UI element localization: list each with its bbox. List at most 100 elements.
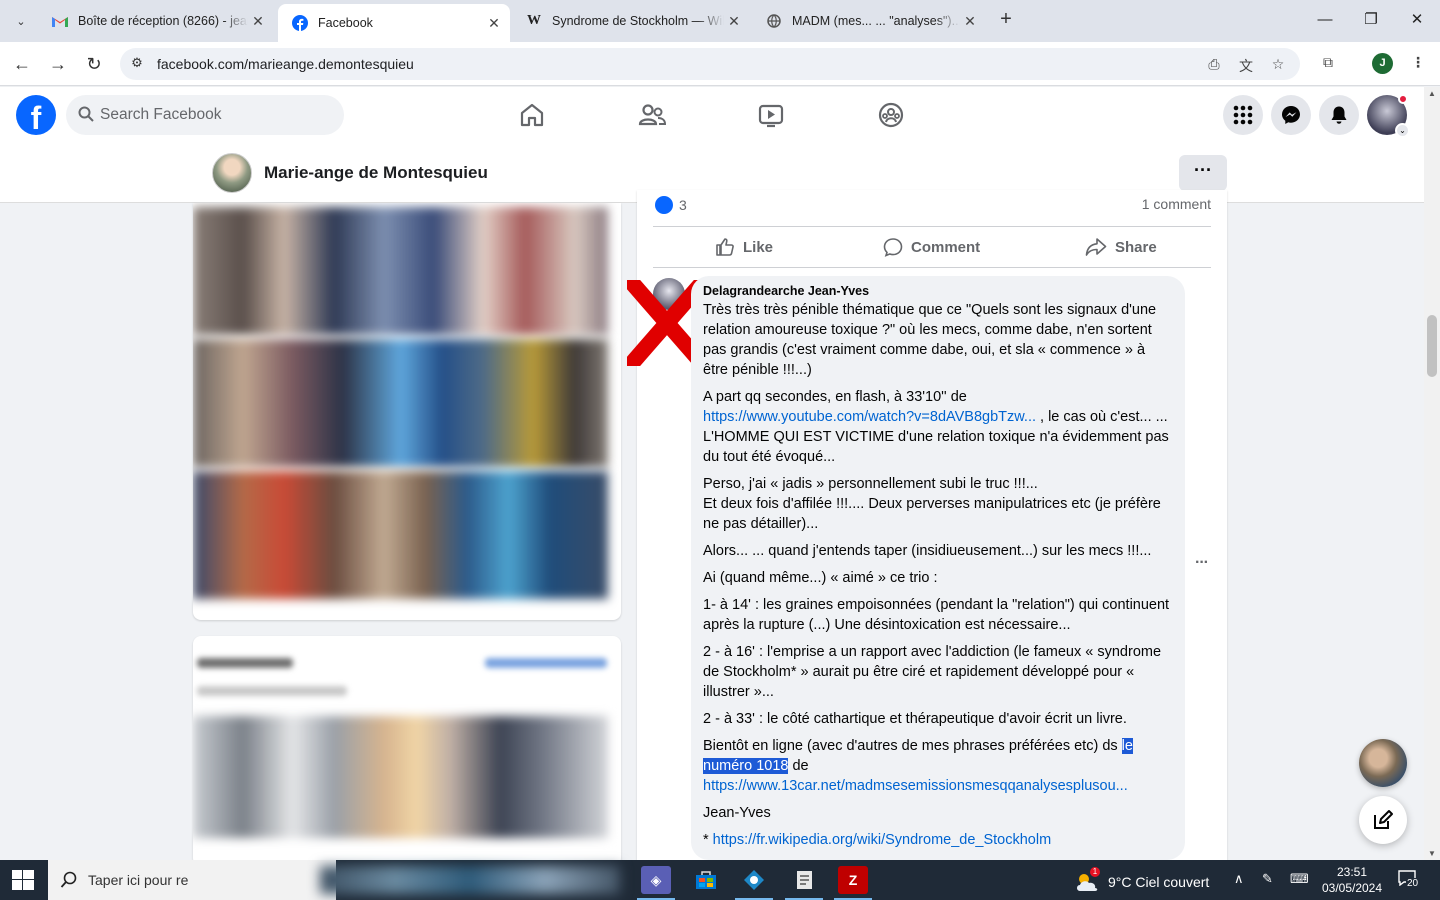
post-actions: Like Comment Share [653, 226, 1211, 268]
reactions-row: 3 1 comment [653, 196, 1211, 216]
close-tab-icon[interactable]: ✕ [484, 15, 504, 32]
like-reaction-icon[interactable] [655, 196, 673, 214]
facebook-icon [292, 15, 308, 31]
weather-text: 9°C Ciel couvert [1108, 874, 1210, 890]
like-button[interactable]: Like [715, 235, 773, 259]
facebook-search[interactable] [66, 95, 344, 135]
url-text[interactable]: facebook.com/marieange.demontesquieu [157, 56, 414, 72]
post-card: 3 1 comment Like Comment Share Delagrand… [627, 190, 1227, 870]
comment-paragraph: Perso, j'ai « jadis » personnellement su… [703, 474, 1173, 534]
comment-bubble: Delagrandearche Jean-Yves Très très très… [691, 276, 1185, 860]
comment-count[interactable]: 1 comment [1142, 196, 1211, 212]
photo-4[interactable] [193, 716, 608, 838]
notifications-button[interactable] [1319, 95, 1359, 135]
new-message-button[interactable] [1359, 796, 1407, 844]
taskbar-search-placeholder: Taper ici pour re [88, 872, 189, 888]
13car-link[interactable]: https://www.13car.net/madmsesemissionsme… [703, 778, 1128, 794]
close-tab-icon[interactable]: ✕ [724, 13, 744, 30]
comment-paragraph: 2 - à 16' : l'emprise a un rapport avec … [703, 644, 1162, 700]
tab-title: Facebook [318, 16, 373, 30]
clock-time: 23:51 [1336, 865, 1368, 879]
tab-search-chevron-icon[interactable]: ⌄ [8, 8, 34, 34]
network-app-icon[interactable] [735, 866, 773, 900]
windows-taskbar: Taper ici pour re ◈ Z 1 9°C Ciel couvert… [0, 860, 1440, 900]
restore-icon[interactable]: ❐ [1356, 8, 1386, 32]
wikipedia-link[interactable]: https://fr.wikipedia.org/wiki/Syndrome_d… [713, 832, 1052, 848]
install-app-icon[interactable]: ⎙ [1204, 56, 1224, 74]
facebook-logo[interactable]: f [16, 95, 56, 135]
notification-count: 20 [1406, 878, 1420, 889]
weather-alert-badge: 1 [1090, 867, 1100, 877]
windows-start-icon[interactable] [12, 870, 34, 890]
scroll-down-icon[interactable]: ▼ [1427, 849, 1437, 858]
notes-app-icon[interactable] [785, 866, 823, 900]
address-bar: ← → ↻ ⚙ facebook.com/marieange.demontesq… [0, 42, 1440, 86]
translate-icon[interactable]: 文 [1236, 56, 1256, 74]
show-hidden-icons-chevron-icon[interactable]: ∧ [1234, 871, 1244, 887]
search-icon [60, 871, 77, 888]
browser-menu-icon[interactable]: ⋮ [1408, 54, 1428, 72]
profile-more-button[interactable]: ··· [1179, 155, 1227, 191]
app-window-icon[interactable]: ◈ [637, 866, 675, 900]
tab-title: MADM (mes... ... "analyses").... [792, 14, 960, 28]
microsoft-store-icon[interactable] [691, 866, 721, 894]
profile-name[interactable]: Marie-ange de Montesquieu [264, 163, 488, 183]
scroll-up-icon[interactable]: ▲ [1427, 89, 1437, 98]
tab-facebook[interactable]: Facebook ✕ [278, 4, 510, 42]
browser-profile-avatar[interactable]: J [1372, 53, 1393, 74]
profile-avatar[interactable] [212, 153, 252, 193]
blurred-link[interactable] [485, 658, 607, 668]
browser-tab-bar: ⌄ Boîte de réception (8266) - jean ✕ Fac… [0, 0, 1440, 42]
taskbar-search[interactable]: Taper ici pour re [48, 860, 336, 900]
close-tab-icon[interactable]: ✕ [960, 13, 980, 30]
photo-3[interactable] [193, 471, 608, 599]
extensions-icon[interactable]: ⧉ [1318, 54, 1338, 72]
minimize-icon[interactable]: — [1310, 8, 1340, 32]
home-icon[interactable] [518, 101, 546, 129]
share-button[interactable]: Share [1085, 235, 1157, 259]
comment-text: Bientôt en ligne (avec d'autres de mes p… [703, 738, 1122, 754]
keyboard-icon[interactable]: ⌨ [1290, 871, 1309, 887]
reaction-count[interactable]: 3 [679, 197, 687, 213]
menu-grid-button[interactable] [1223, 95, 1263, 135]
page-scrollbar[interactable]: ▲ ▼ [1424, 87, 1440, 860]
comment-text: Perso, j'ai « jadis » personnellement su… [703, 476, 1038, 492]
scroll-thumb[interactable] [1427, 315, 1437, 377]
back-icon[interactable]: ← [10, 52, 34, 76]
globe-icon [766, 13, 782, 29]
tab-madm[interactable]: MADM (mes... ... "analyses").... ✕ [752, 6, 986, 36]
tab-wikipedia[interactable]: W Syndrome de Stockholm — Wiki ✕ [512, 6, 750, 36]
comment-signature: Jean-Yves [703, 805, 771, 821]
weather-widget[interactable]: 1 9°C Ciel couvert [1074, 867, 1210, 893]
comment-author[interactable]: Delagrandearche Jean-Yves [703, 284, 1173, 298]
new-tab-icon[interactable]: + [994, 8, 1018, 32]
forward-icon[interactable]: → [46, 52, 70, 76]
search-input[interactable] [100, 95, 330, 135]
photo-1[interactable] [193, 207, 608, 335]
omnibox[interactable]: ⚙ facebook.com/marieange.demontesquieu ⎙… [120, 48, 1300, 80]
messenger-button[interactable] [1271, 95, 1311, 135]
close-window-icon[interactable]: ✕ [1402, 8, 1432, 32]
close-tab-icon[interactable]: ✕ [248, 13, 268, 30]
comment-more-button[interactable]: ··· [1195, 554, 1215, 572]
compose-icon [1374, 810, 1393, 829]
pen-icon[interactable]: ✎ [1262, 871, 1273, 887]
tab-gmail[interactable]: Boîte de réception (8266) - jean ✕ [38, 6, 274, 36]
comment-text: de [788, 758, 809, 774]
chat-contact-avatar[interactable] [1359, 739, 1407, 787]
site-settings-icon[interactable]: ⚙ [128, 55, 146, 73]
notification-center-button[interactable]: 20 [1398, 870, 1424, 890]
youtube-link[interactable]: https://www.youtube.com/watch?v=8dAVB8gb… [703, 409, 1036, 425]
account-avatar[interactable]: ⌄ [1367, 94, 1410, 138]
notification-dot [1398, 94, 1408, 104]
filezilla-icon[interactable]: Z [834, 866, 872, 900]
comment-button[interactable]: Comment [883, 235, 980, 259]
video-icon[interactable] [757, 101, 785, 129]
bookmark-star-icon[interactable]: ☆ [1268, 56, 1288, 74]
taskbar-clock[interactable]: 23:51 03/05/2024 [1320, 864, 1384, 896]
reload-icon[interactable]: ↻ [82, 52, 106, 76]
groups-icon[interactable] [877, 101, 905, 129]
friends-icon[interactable] [638, 101, 666, 129]
comment-paragraph: A part qq secondes, en flash, à 33'10'' … [703, 387, 1173, 467]
photo-2[interactable] [193, 339, 608, 467]
